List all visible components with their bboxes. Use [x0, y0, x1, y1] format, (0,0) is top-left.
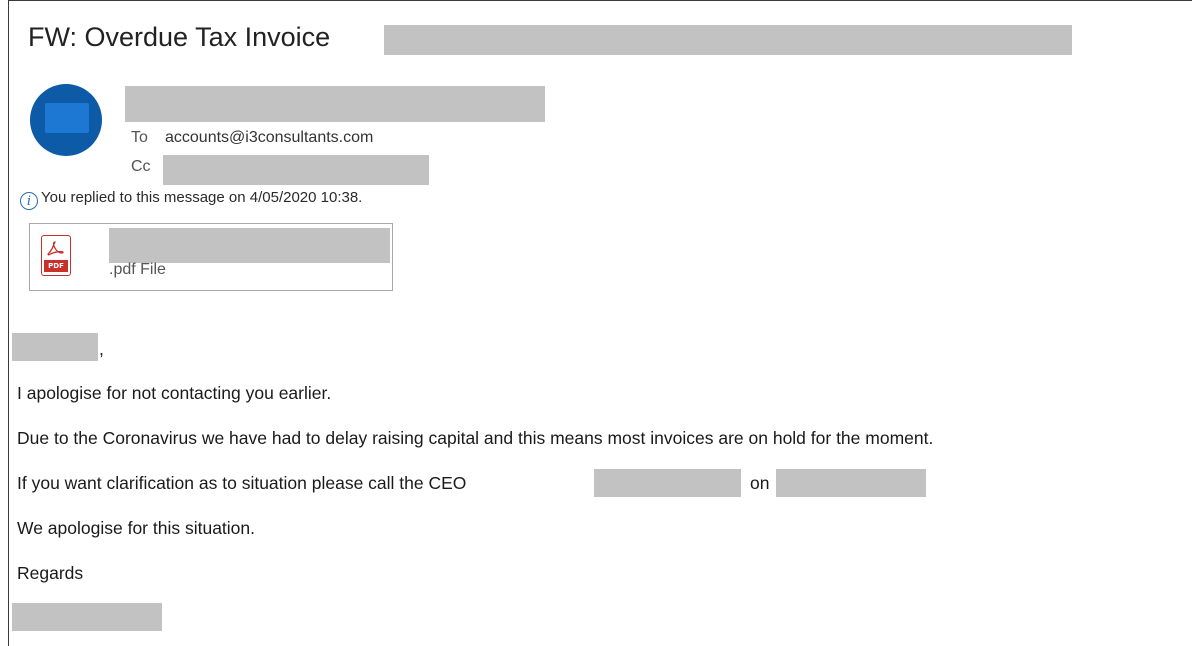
attachment-card[interactable]: PDF .pdf File	[29, 223, 393, 291]
pdf-label: PDF	[44, 260, 68, 272]
reply-info-text: You replied to this message on 4/05/2020…	[41, 189, 363, 206]
body-line-apology: I apologise for not contacting you earli…	[17, 383, 332, 403]
sender-avatar[interactable]	[30, 84, 102, 156]
salutation-comma: ,	[99, 339, 104, 359]
cc-recipient-redaction	[163, 155, 429, 185]
signature-redaction	[12, 603, 162, 631]
subject-redaction	[384, 25, 1072, 55]
to-recipient[interactable]: accounts@i3consultants.com	[165, 129, 373, 147]
body-line-regards: Regards	[17, 563, 84, 583]
salutation-name-redaction	[12, 333, 98, 361]
pdf-file-icon: PDF	[41, 235, 71, 276]
cc-label: Cc	[131, 158, 151, 175]
body-line-situation: We apologise for this situation.	[17, 518, 256, 538]
to-label: To	[131, 129, 148, 146]
ceo-name-redaction	[594, 469, 741, 497]
attachment-name-redaction	[109, 228, 390, 263]
clarification-on-text: on	[750, 473, 770, 493]
reply-info-bar: i You replied to this message on 4/05/202…	[20, 189, 362, 210]
ceo-phone-redaction	[776, 469, 926, 497]
message-subject: FW: Overdue Tax Invoice	[28, 22, 331, 52]
clarification-text: If you want clarification as to situatio…	[17, 473, 467, 493]
body-line-clarification: If you want clarification as to situatio…	[17, 473, 466, 494]
info-icon: i	[20, 192, 38, 210]
body-line-coronavirus: Due to the Coronavirus we have had to de…	[17, 428, 934, 448]
acrobat-glyph-icon	[47, 241, 64, 256]
attachment-type-label: .pdf File	[109, 261, 166, 278]
avatar-picture	[45, 103, 89, 133]
sender-name-redaction	[125, 86, 545, 122]
